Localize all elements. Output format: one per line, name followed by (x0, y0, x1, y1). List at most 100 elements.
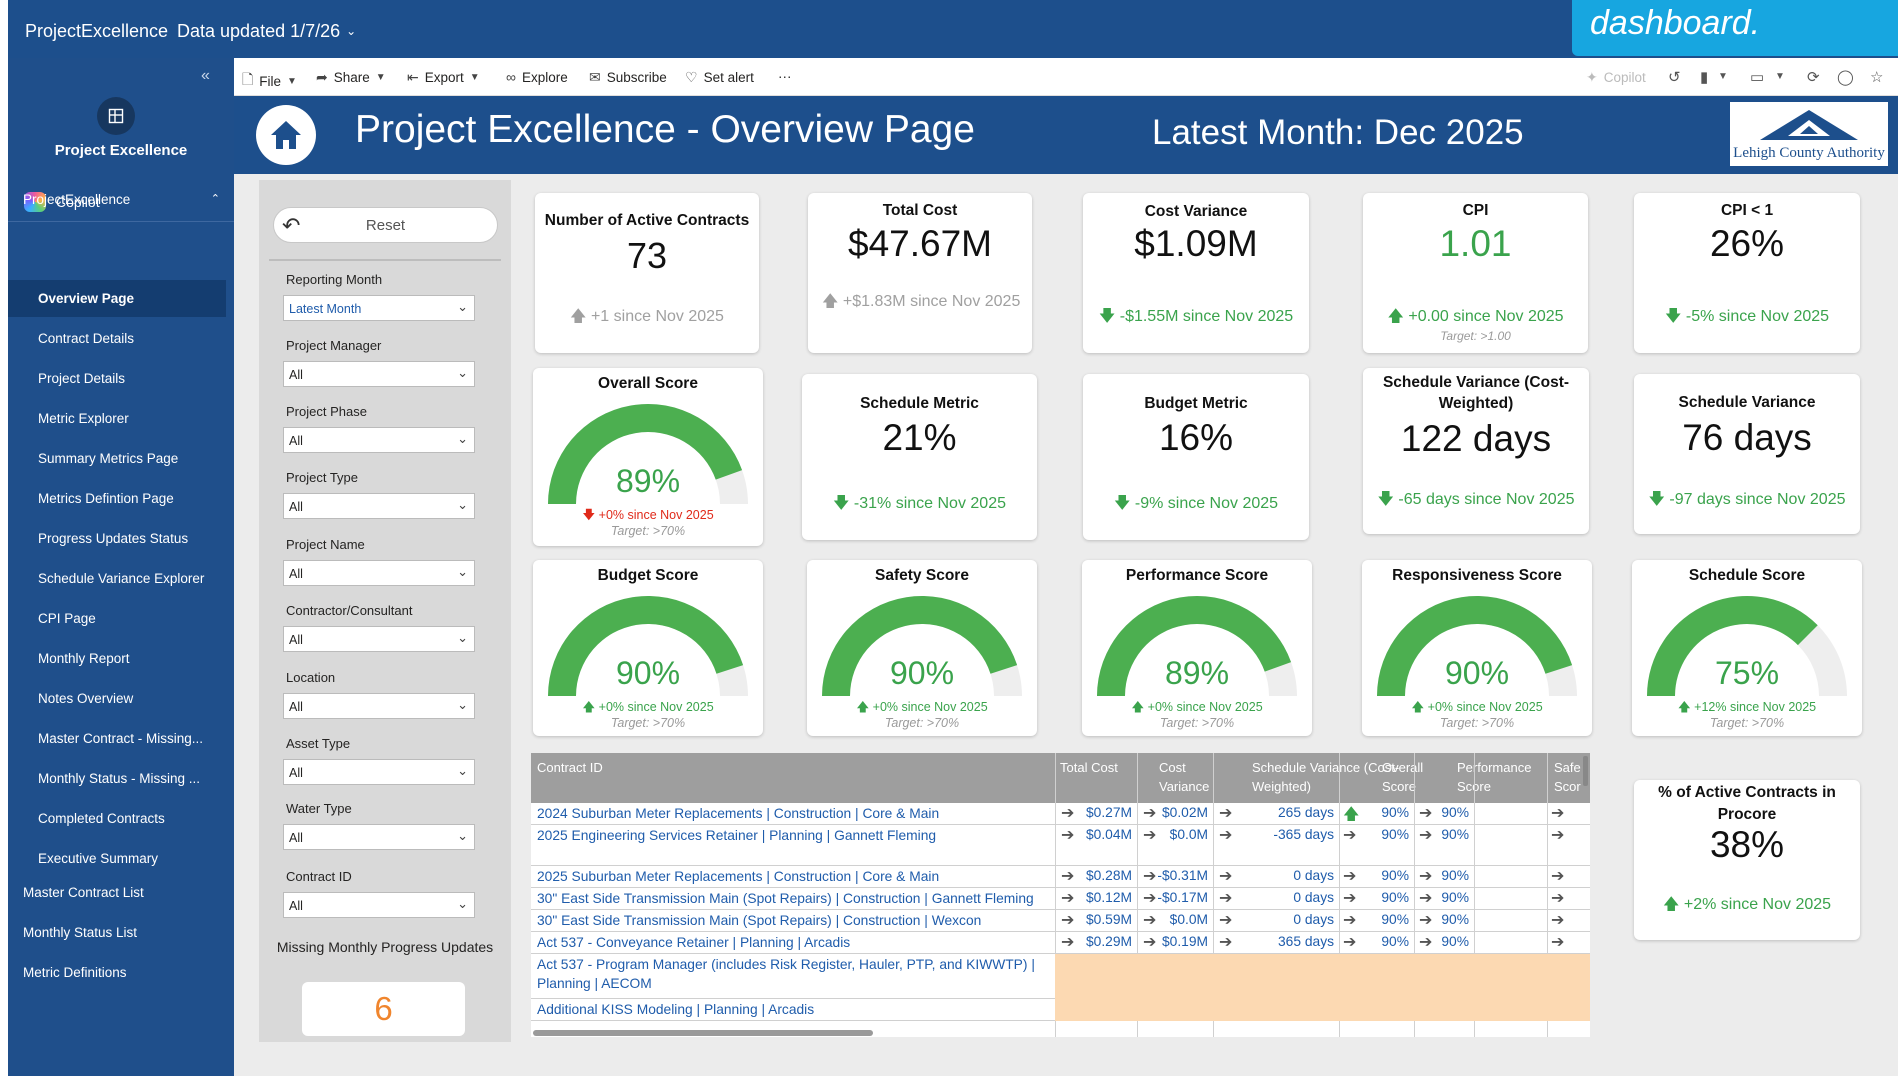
file-label: File (259, 73, 282, 89)
kpi-card-sv-cost-weighted[interactable]: Schedule Variance (Cost-Weighted) 122 da… (1363, 368, 1589, 534)
reset-button[interactable]: ↶ Reset (273, 207, 498, 243)
nav-item-project-details[interactable]: Project Details (8, 360, 226, 397)
nav-item-summary-metrics-page[interactable]: Summary Metrics Page (8, 440, 226, 477)
subscribe-button[interactable]: ✉ Subscribe (589, 69, 667, 86)
nav-item-cpi-page[interactable]: CPI Page (8, 600, 226, 637)
home-button[interactable] (256, 105, 316, 165)
col-header-contract-id[interactable]: Contract ID (537, 758, 603, 777)
share-menu[interactable]: ➦ Share ▼ (316, 69, 386, 86)
favorite-icon[interactable]: ☆ (1870, 68, 1883, 86)
col-header-schedule-variance[interactable]: Schedule Variance (Cost-Weighted) (1252, 758, 1402, 796)
nav-item-metrics-defintion-page[interactable]: Metrics Defintion Page (8, 480, 226, 517)
table-row[interactable]: 2024 Suburban Meter Replacements | Const… (531, 803, 1590, 825)
nav-item-monthly-status-missing[interactable]: Monthly Status - Missing ... (8, 760, 226, 797)
nav-item-monthly-status-list[interactable]: Monthly Status List (8, 914, 234, 951)
table-row[interactable]: Act 537 - Conveyance Retainer | Planning… (531, 932, 1590, 954)
export-menu[interactable]: ⇤ Export ▼ (407, 69, 480, 86)
nav-item-metric-definitions[interactable]: Metric Definitions (8, 954, 234, 991)
set-alert-button[interactable]: ♡ Set alert (685, 69, 754, 86)
nav-item-executive-summary[interactable]: Executive Summary (8, 840, 226, 877)
slicer-asset-type[interactable]: All ⌄ (283, 759, 475, 785)
kpi-card-total-cost[interactable]: Total Cost $47.67M 🡅 +$1.83M since Nov 2… (808, 193, 1032, 353)
arrow-down-icon: 🡇 (1098, 308, 1120, 325)
col-header-safety-score[interactable]: Safe Scor (1554, 758, 1584, 796)
copilot-toolbar-button[interactable]: ✦ Copilot (1586, 69, 1646, 86)
cell-sv: 0 days (1293, 868, 1334, 883)
slicer-contractor-consultant[interactable]: All ⌄ (283, 626, 475, 652)
arrow-right-icon: ➔ (1343, 890, 1357, 907)
table-header: Contract ID Total Cost Cost Variance Sch… (531, 753, 1590, 803)
kpi-card-cpi[interactable]: CPI 1.01 🡅 +0.00 since Nov 2025 Target: … (1363, 193, 1588, 353)
kpi-card-schedule-metric[interactable]: Schedule Metric 21% 🡇 -31% since Nov 202… (802, 374, 1037, 540)
refresh-icon[interactable]: ⟳ (1807, 68, 1820, 86)
missing-updates-card[interactable]: 6 (302, 982, 465, 1036)
slicer-project-phase[interactable]: All ⌄ (283, 427, 475, 453)
explore-button[interactable]: ∞ Explore (506, 69, 568, 85)
table-vertical-scrollbar[interactable] (1583, 756, 1588, 786)
table-row[interactable]: 2025 Engineering Services Retainer | Pla… (531, 825, 1590, 866)
kpi-card-budget-metric[interactable]: Budget Metric 16% 🡇 -9% since Nov 2025 (1083, 374, 1309, 540)
comment-icon[interactable]: ◯ (1837, 68, 1854, 86)
nav-item-monthly-report[interactable]: Monthly Report (8, 640, 226, 677)
nav-item-notes-overview[interactable]: Notes Overview (8, 680, 226, 717)
gauge-card-schedule-score[interactable]: Schedule Score 75% 🡅 +12% since Nov 2025… (1632, 560, 1862, 736)
contract-id-cell[interactable]: 2025 Engineering Services Retainer | Pla… (537, 826, 1052, 845)
kpi-card-active-contracts[interactable]: Number of Active Contracts 73 🡅 +1 since… (535, 193, 759, 353)
table-horizontal-scrollbar[interactable] (533, 1030, 873, 1036)
nav-item-overview-page[interactable]: Overview Page (8, 280, 226, 317)
chevron-down-icon: ▼ (287, 75, 297, 87)
nav-item-completed-contracts[interactable]: Completed Contracts (8, 800, 226, 837)
col-header-total-cost[interactable]: Total Cost (1060, 758, 1118, 777)
nav-item-progress-updates-status[interactable]: Progress Updates Status (8, 520, 226, 557)
nav-item-contract-details[interactable]: Contract Details (8, 320, 226, 357)
slicer-project-type[interactable]: All ⌄ (283, 493, 475, 519)
slicer-reporting-month[interactable]: Latest Month ⌄ (283, 295, 475, 321)
nav-item-metric-explorer[interactable]: Metric Explorer (8, 400, 226, 437)
gauge-card-budget-score[interactable]: Budget Score 90% 🡅 +0% since Nov 2025 Ta… (533, 560, 763, 736)
chevron-down-icon[interactable]: ▼ (1718, 71, 1728, 82)
file-menu[interactable]: 🗋 File ▼ (242, 69, 297, 93)
kpi-card-procore[interactable]: % of Active Contracts in Procore 38% 🡅 +… (1634, 780, 1860, 940)
nav-item-master-contract-list[interactable]: Master Contract List (8, 874, 234, 911)
contract-id-cell[interactable]: 30" East Side Transmission Main (Spot Re… (537, 889, 1052, 908)
chevron-down-icon[interactable]: ▼ (1775, 71, 1785, 82)
contract-id-cell[interactable]: 30" East Side Transmission Main (Spot Re… (537, 911, 1052, 930)
bookmark-icon[interactable]: ▮ (1700, 68, 1708, 86)
slicer-water-type[interactable]: All ⌄ (283, 824, 475, 850)
contract-id-cell[interactable]: Additional KISS Modeling | Planning | Ar… (537, 1000, 1052, 1019)
nav-item-master-contract-missing[interactable]: Master Contract - Missing... (8, 720, 226, 757)
reset-icon[interactable]: ↺ (1668, 68, 1681, 86)
slicer-location[interactable]: All ⌄ (283, 693, 475, 719)
gauge-card-performance-score[interactable]: Performance Score 89% 🡅 +0% since Nov 20… (1082, 560, 1312, 736)
kpi-card-schedule-variance[interactable]: Schedule Variance 76 days 🡇 -97 days sin… (1634, 374, 1860, 534)
slicer-contract-id[interactable]: All ⌄ (283, 892, 475, 918)
kpi-card-cpi-lt1[interactable]: CPI < 1 26% 🡇 -5% since Nov 2025 (1634, 193, 1860, 353)
data-updated-dropdown[interactable]: Data updated 1/7/26 ⌄ (177, 21, 356, 42)
contract-id-cell[interactable]: Act 537 - Conveyance Retainer | Planning… (537, 933, 1052, 952)
col-header-cost-variance[interactable]: Cost Variance (1159, 758, 1239, 796)
contract-id-cell[interactable]: 2024 Suburban Meter Replacements | Const… (537, 804, 1052, 823)
table-row[interactable]: Additional KISS Modeling | Planning | Ar… (531, 999, 1590, 1021)
gauge-card-responsiveness-score[interactable]: Responsiveness Score 90% 🡅 +0% since Nov… (1362, 560, 1592, 736)
table-row[interactable]: Act 537 - Program Manager (includes Risk… (531, 954, 1590, 999)
col-header-performance-score[interactable]: Performance Score (1457, 758, 1547, 796)
slicer-project-manager[interactable]: All ⌄ (283, 361, 475, 387)
gauge-card-safety-score[interactable]: Safety Score 90% 🡅 +0% since Nov 2025 Ta… (807, 560, 1037, 736)
table-row[interactable]: 30" East Side Transmission Main (Spot Re… (531, 910, 1590, 932)
slicer-project-name[interactable]: All ⌄ (283, 560, 475, 586)
contract-id-cell[interactable]: Act 537 - Program Manager (includes Risk… (537, 955, 1052, 993)
nav-section-projectexcellence[interactable]: ProjectExcellence ⌃ (8, 192, 234, 210)
table-row[interactable]: 30" East Side Transmission Main (Spot Re… (531, 888, 1590, 910)
more-options-button[interactable]: ··· (778, 69, 792, 84)
gauge-card-overall-score[interactable]: Overall Score 89% 🡇 +0% since Nov 2025 T… (533, 368, 763, 546)
app-name[interactable]: ProjectExcellence (25, 21, 168, 42)
nav-item-schedule-variance-explorer[interactable]: Schedule Variance Explorer (8, 560, 226, 597)
contract-id-cell[interactable]: 2025 Suburban Meter Replacements | Const… (537, 867, 1052, 886)
chevron-down-icon: ⌄ (457, 630, 468, 645)
contracts-table[interactable]: Contract ID Total Cost Cost Variance Sch… (531, 753, 1590, 1037)
view-icon[interactable]: ▭ (1750, 68, 1764, 86)
collapse-nav-icon[interactable]: « (201, 67, 210, 85)
table-row[interactable]: 2025 Suburban Meter Replacements | Const… (531, 866, 1590, 888)
col-header-overall-score[interactable]: Overall Score (1382, 758, 1442, 796)
kpi-card-cost-variance[interactable]: Cost Variance $1.09M 🡇 -$1.55M since Nov… (1083, 193, 1309, 353)
